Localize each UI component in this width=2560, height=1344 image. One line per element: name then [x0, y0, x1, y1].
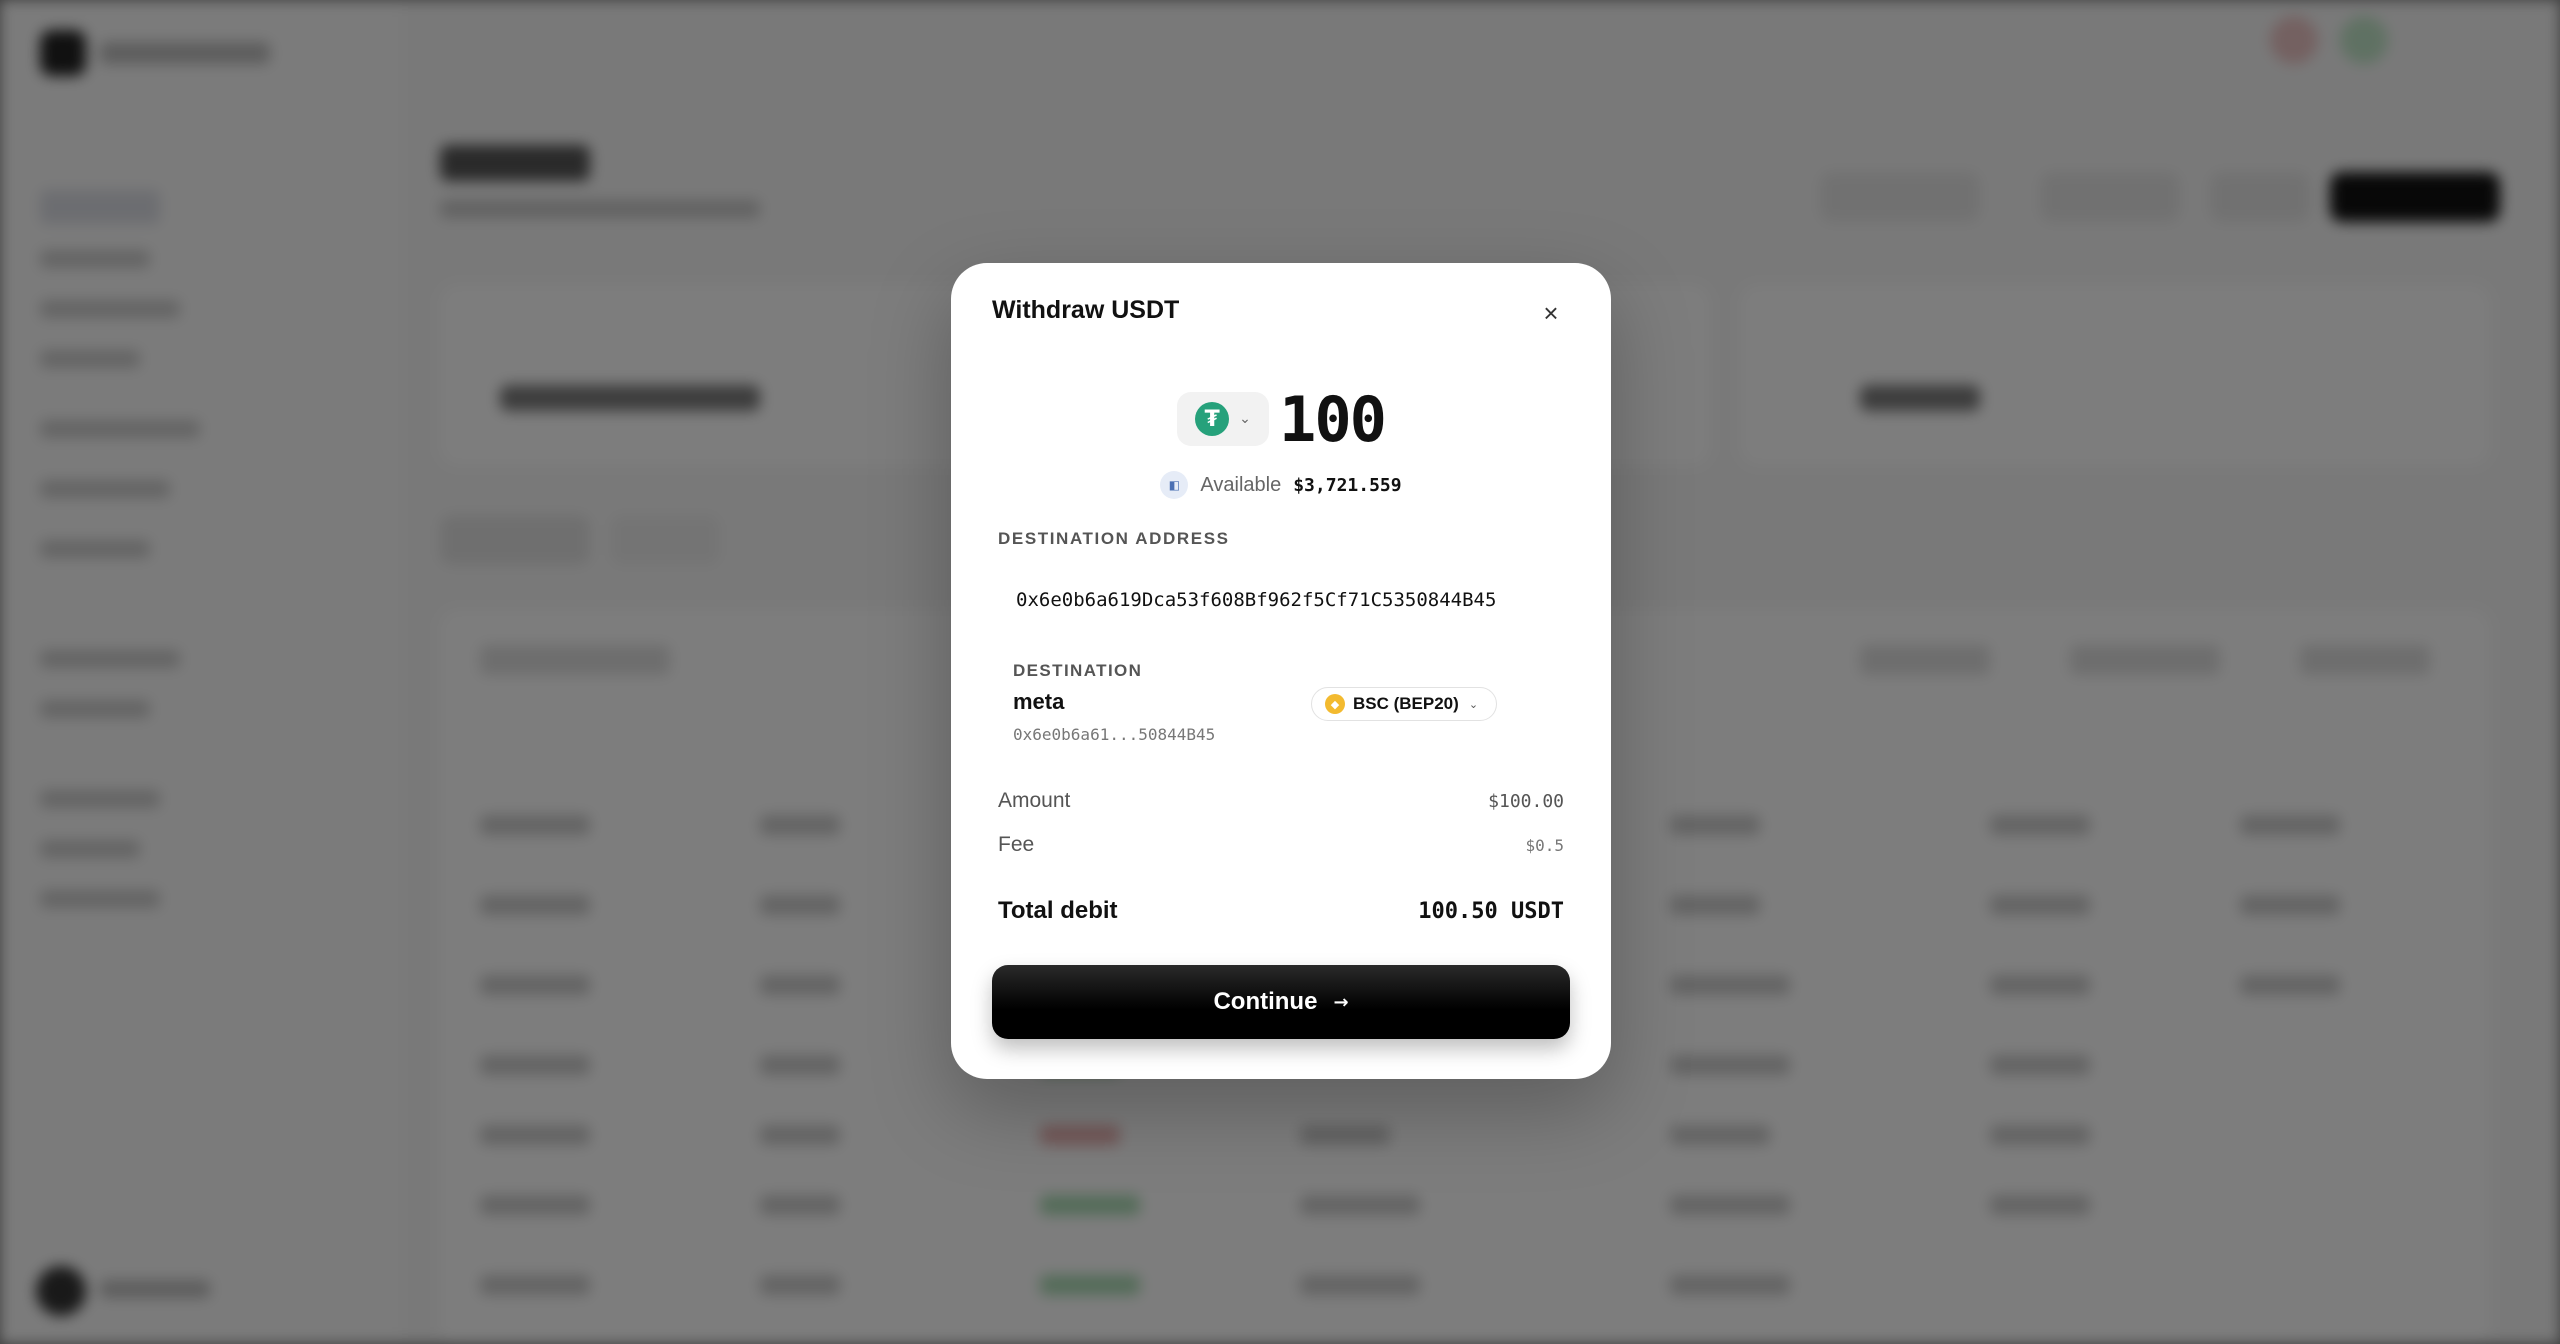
destination-address-label: DESTINATION ADDRESS: [998, 529, 1230, 548]
fee-label: Fee: [998, 833, 1035, 856]
destination-card: DESTINATION meta 0x6e0b6a61...50844B45 ◆…: [998, 645, 1564, 775]
chevron-down-icon: ⌄: [1468, 697, 1479, 711]
network-label: BSC (BEP20): [1353, 694, 1459, 713]
amount-label: Amount: [998, 789, 1071, 812]
bnb-icon: ◆: [1325, 694, 1345, 714]
available-balance: ◧ Available $3,721.559: [951, 469, 1611, 501]
close-icon: ×: [1543, 297, 1559, 328]
amount-value: $100.00: [1488, 790, 1564, 812]
chevron-down-icon: ⌄: [1239, 411, 1251, 427]
token-selector[interactable]: ₮ ⌄: [1177, 392, 1269, 446]
amount-input[interactable]: 100: [1279, 383, 1387, 456]
modal-title: Withdraw USDT: [992, 296, 1180, 324]
destination-label: DESTINATION: [1013, 661, 1143, 680]
destination-short-address: 0x6e0b6a61...50844B45: [1013, 725, 1216, 744]
available-value: $3,721.559: [1293, 474, 1402, 496]
arrow-right-icon: →: [1333, 991, 1349, 1013]
usdt-icon: ₮: [1195, 402, 1230, 436]
destination-name: meta: [1013, 689, 1065, 714]
continue-label: Continue: [1213, 988, 1318, 1015]
total-debit-row: Total debit 100.50 USDT: [998, 891, 1564, 931]
wallet-icon: ◧: [1160, 471, 1189, 499]
total-debit-label: Total debit: [998, 897, 1118, 924]
destination-address-input[interactable]: [998, 569, 1564, 631]
fee-summary-row: Fee $0.5: [998, 830, 1564, 860]
amount-row: ₮ ⌄ 100: [951, 383, 1611, 456]
fee-value: $0.5: [1525, 835, 1564, 855]
withdraw-modal: Withdraw USDT × ₮ ⌄ 100 ◧ Available $3,7…: [951, 263, 1611, 1079]
available-label: Available: [1200, 473, 1282, 496]
amount-summary-row: Amount $100.00: [998, 786, 1564, 816]
total-debit-value: 100.50 USDT: [1418, 898, 1564, 924]
network-selector[interactable]: ◆ BSC (BEP20) ⌄: [1311, 687, 1497, 721]
close-button[interactable]: ×: [1537, 297, 1565, 328]
continue-button[interactable]: Continue →: [992, 965, 1570, 1039]
